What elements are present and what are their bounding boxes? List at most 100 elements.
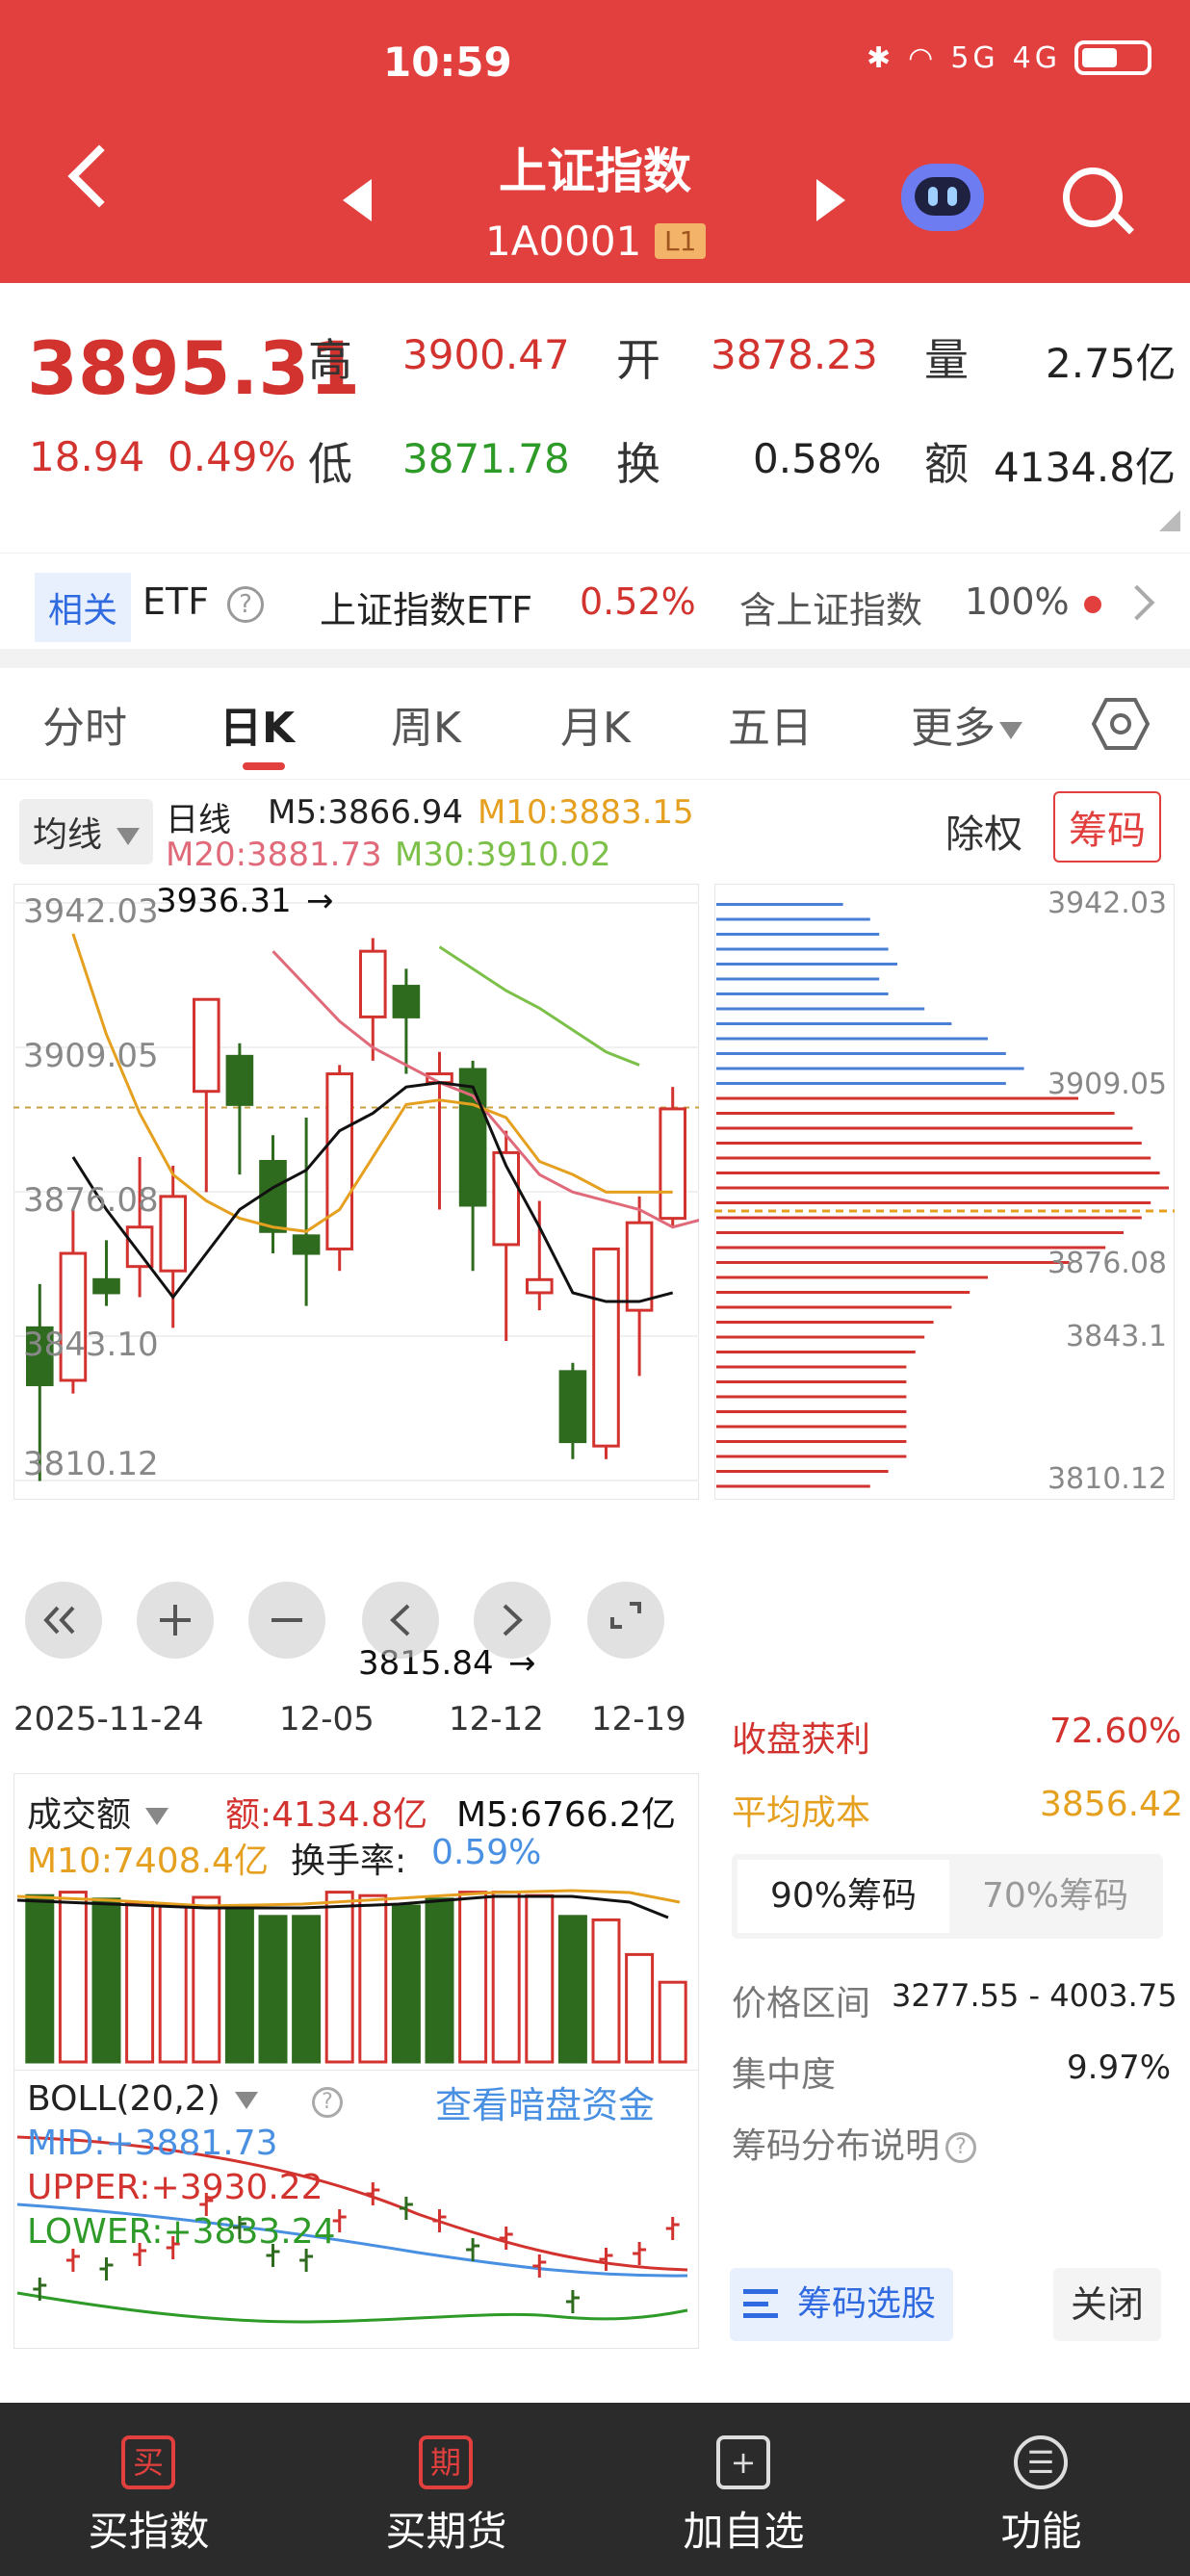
chart-area: 均线 日线 M5:3866.94 M10:3883.15 M20:3881.73… (0, 780, 1190, 2349)
ai-assistant-icon[interactable] (901, 164, 984, 231)
avg-cost-label: 平均成本 (732, 1793, 871, 1833)
tab-more[interactable]: 更多 (911, 693, 1022, 755)
scroll-left-icon[interactable] (362, 1582, 439, 1659)
chevron-right-icon[interactable] (1119, 584, 1155, 621)
chip-button[interactable]: 筹码 (1053, 791, 1161, 863)
nav-label: 加自选 (683, 2508, 805, 2555)
volume-select[interactable]: 成交额 (27, 1787, 169, 1837)
boll-select-label: BOLL(20,2) (27, 2079, 220, 2119)
y-tick-label: 3909.05 (23, 1037, 159, 1075)
boll-lower: LOWER:+3833.24 (27, 2212, 336, 2252)
chip-bar (716, 1172, 1160, 1174)
high-mark-label: 3936.31 (156, 882, 292, 920)
dark-pool-link[interactable]: 查看暗盘资金 (435, 2075, 655, 2128)
close-button[interactable]: 关闭 (1053, 2268, 1161, 2341)
candle-body (325, 1072, 354, 1250)
chip-bar (716, 1305, 952, 1309)
etf-fund-name[interactable]: 上证指数ETF (320, 580, 532, 633)
chip-pick-label: 筹码选股 (797, 2284, 937, 2324)
adjust-label[interactable]: 除权 (945, 803, 1022, 859)
related-etf-bar[interactable]: 相关 ETF ? 上证指数ETF 0.52% 含上证指数 100% (0, 553, 1190, 649)
period-label: 日线 (166, 801, 231, 839)
tab-intraday[interactable]: 分时 (42, 693, 127, 755)
boll-mid: MID:+3881.73 (27, 2124, 278, 2163)
chip-bar (716, 1037, 988, 1041)
boll-upper: UPPER:+3930.22 (27, 2168, 323, 2207)
contains-label: 含上证指数 (739, 589, 923, 631)
volume-bar (25, 1893, 55, 2064)
high-mark-arrow: → (306, 882, 334, 920)
search-icon[interactable] (1063, 167, 1123, 227)
chip-bar (716, 1261, 1070, 1264)
signal-5g-icon: 5G (950, 40, 999, 75)
tab-five-day[interactable]: 五日 (728, 693, 813, 755)
chip-y-tick: 3909.05 (1048, 1068, 1167, 1101)
chip-bar (716, 917, 870, 921)
turnover-label: 换 (616, 438, 660, 490)
chip-pick-button[interactable]: 筹码选股 (730, 2268, 953, 2341)
candle-body (525, 1277, 554, 1295)
expand-corner-icon[interactable] (1159, 510, 1180, 531)
signal-4g-icon: 4G (1012, 40, 1061, 75)
date-mid2: 12-12 (449, 1700, 544, 1739)
active-tab-indicator (243, 762, 285, 770)
chip-bar (716, 1275, 988, 1279)
nav-buy-index[interactable]: 买 买指数 (0, 2403, 298, 2576)
list-icon (743, 2289, 778, 2318)
fullscreen-icon[interactable] (587, 1582, 664, 1659)
tab-daily-k[interactable]: 日K (220, 693, 295, 755)
nav-functions[interactable]: ☰ 功能 (892, 2403, 1190, 2576)
volume-bar (625, 1952, 655, 2064)
boll-help[interactable]: ? (306, 2081, 343, 2120)
nav-buy-futures[interactable]: 期 买期货 (298, 2403, 595, 2576)
chip-bar (716, 1007, 925, 1011)
scroll-right-icon[interactable] (474, 1582, 551, 1659)
bluetooth-icon: ✱ (866, 40, 895, 75)
price-range-value: 3277.55 - 4003.75 (892, 1977, 1177, 2014)
chip-bar (716, 1291, 970, 1294)
chip-bar (716, 1321, 934, 1324)
chip-bar (716, 1395, 907, 1399)
candle-body (259, 1160, 287, 1233)
candle-body (358, 949, 387, 1018)
amount-value: 4134.8亿 (994, 444, 1176, 491)
turnover-rate-value: 0.59% (431, 1833, 542, 1872)
next-stock-icon[interactable] (816, 179, 845, 221)
nav-add-watchlist[interactable]: + 加自选 (595, 2403, 892, 2576)
tab-monthly-k[interactable]: 月K (560, 693, 631, 755)
chip-70-option[interactable]: 70%筹码 (949, 1860, 1161, 1933)
change-percent: 0.49% (168, 433, 297, 480)
volume-bar (292, 1915, 322, 2064)
wifi-icon: ◠ (908, 40, 938, 75)
chip-90-option[interactable]: 90%筹码 (737, 1860, 949, 1933)
chip-distribution-chart[interactable]: 3942.03 3909.05 3876.08 3843.1 3810.12 (714, 884, 1175, 1500)
stock-code: 1A0001 (485, 218, 642, 265)
chip-bar (716, 1022, 952, 1025)
settings-icon[interactable] (1092, 697, 1150, 751)
ma-select-label: 均线 (33, 815, 103, 855)
help-icon[interactable]: ? (227, 586, 264, 623)
boll-select[interactable]: BOLL(20,2) (27, 2079, 259, 2119)
volume-bar (91, 1897, 121, 2064)
volume-m5: M5:6766.2亿 (456, 1795, 677, 1835)
volume-bar (58, 1891, 88, 2064)
volume-value: 2.75亿 (1046, 340, 1177, 387)
volume-bar (425, 1897, 454, 2064)
price-range-label: 价格区间 (732, 1984, 871, 2023)
volume-bar (192, 1895, 221, 2064)
ma-select[interactable]: 均线 (19, 799, 154, 864)
candle-body (592, 1247, 620, 1448)
battery-icon (1074, 40, 1151, 75)
volume-bar (125, 1900, 155, 2064)
volume-amount: 额:4134.8亿 (225, 1795, 428, 1835)
candle-body (225, 1054, 254, 1106)
tab-weekly-k[interactable]: 周K (391, 693, 461, 755)
kline-chart[interactable]: 3942.03 3909.05 3876.08 3843.10 3810.12 (13, 884, 699, 1500)
red-dot-indicator (1084, 596, 1101, 613)
low-value: 3871.78 (402, 435, 570, 482)
chip-bar (716, 1216, 1142, 1220)
tab-more-label: 更多 (911, 704, 996, 753)
chip-explain[interactable]: 筹码分布说明? (732, 2118, 977, 2168)
app-header: 10:59 ✱ ◠ 5G 4G 上证指数 1A0001 L1 (0, 0, 1190, 283)
etf-label: ETF (142, 580, 210, 623)
